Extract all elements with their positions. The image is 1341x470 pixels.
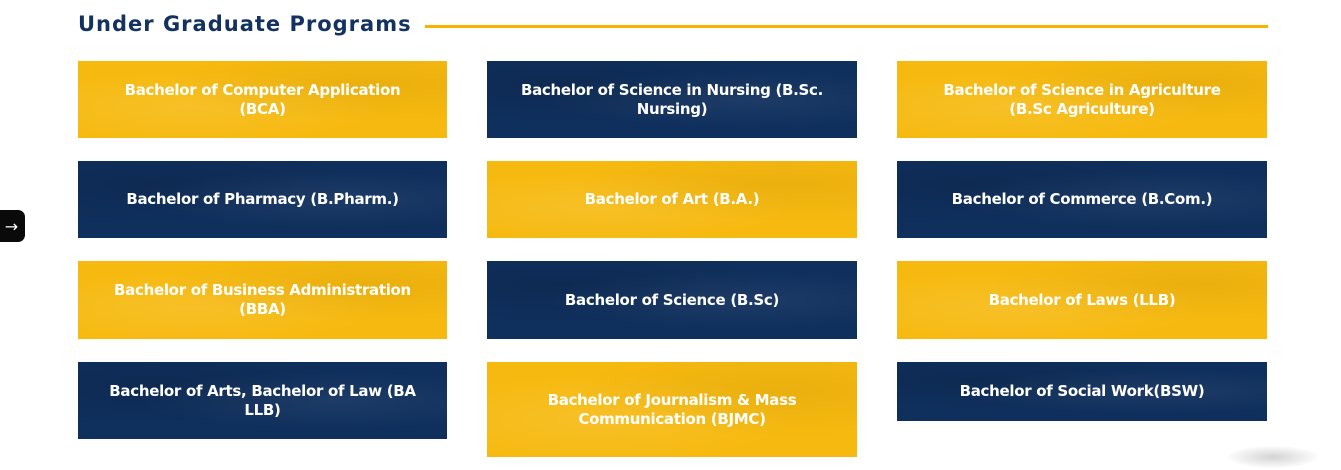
- program-card-label: Bachelor of Pharmacy (B.Pharm.): [126, 190, 399, 208]
- program-card-label: Bachelor of Arts, Bachelor of Law (BA LL…: [109, 381, 416, 419]
- program-card-label: Bachelor of Science (B.Sc): [564, 290, 780, 309]
- program-card-llb[interactable]: Bachelor of Laws (LLB): [897, 261, 1267, 339]
- program-card-label: Bachelor of Commerce (B.Com.): [951, 190, 1213, 208]
- program-card-bsw[interactable]: Bachelor of Social Work(BSW): [897, 362, 1267, 421]
- program-card-ba[interactable]: Bachelor of Art (B.A.): [487, 161, 857, 238]
- title-divider: [425, 25, 1268, 28]
- program-card-bcom[interactable]: Bachelor of Commerce (B.Com.): [897, 161, 1267, 238]
- page: Under Graduate Programs Bachelor of Comp…: [0, 0, 1341, 470]
- program-card-label: Bachelor of Art (B.A.): [584, 190, 760, 208]
- corner-decoration: [1228, 446, 1318, 468]
- program-card-label: Bachelor of Business Administration (BBA…: [114, 281, 411, 318]
- program-card-bsc[interactable]: Bachelor of Science (B.Sc): [487, 261, 857, 339]
- program-card-bjmc[interactable]: Bachelor of Journalism & Mass Communicat…: [487, 362, 857, 457]
- side-tab-button[interactable]: →: [0, 210, 25, 242]
- program-card-bba[interactable]: Bachelor of Business Administration (BBA…: [78, 261, 447, 339]
- program-card-label: Bachelor of Journalism & Mass Communicat…: [547, 390, 797, 428]
- arrow-right-icon: →: [4, 216, 19, 236]
- program-card-label: Bachelor of Science in Nursing (B.Sc. Nu…: [520, 80, 824, 118]
- program-card-label: Bachelor of Computer Application (BCA): [124, 80, 401, 118]
- program-card-label: Bachelor of Science in Agriculture (B.Sc…: [943, 80, 1221, 118]
- program-card-label: Bachelor of Laws (LLB): [988, 290, 1176, 309]
- program-card-bpharm[interactable]: Bachelor of Pharmacy (B.Pharm.): [78, 161, 447, 238]
- program-card-bsc-agriculture[interactable]: Bachelor of Science in Agriculture (B.Sc…: [897, 61, 1267, 138]
- program-card-label: Bachelor of Social Work(BSW): [959, 382, 1205, 400]
- program-card-ba-llb[interactable]: Bachelor of Arts, Bachelor of Law (BA LL…: [78, 362, 447, 439]
- program-card-bsc-nursing[interactable]: Bachelor of Science in Nursing (B.Sc. Nu…: [487, 61, 857, 138]
- program-card-bca[interactable]: Bachelor of Computer Application (BCA): [78, 61, 447, 138]
- section-title: Under Graduate Programs: [78, 12, 412, 36]
